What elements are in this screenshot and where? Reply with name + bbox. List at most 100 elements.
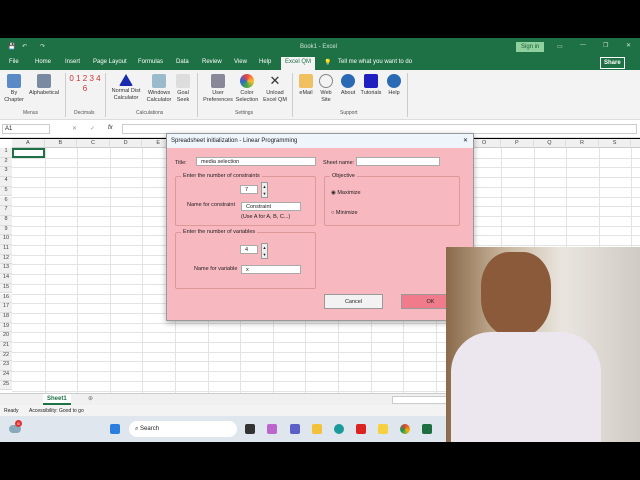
row-header-10[interactable]: 10 <box>0 235 12 245</box>
variables-count-input[interactable]: 4 <box>240 245 258 254</box>
tutorials-button[interactable]: Tutorials <box>359 74 383 97</box>
row-header-16[interactable]: 16 <box>0 293 12 304</box>
variables-spinner[interactable]: ▲ ▼ <box>261 243 268 259</box>
row-header-22[interactable]: 22 <box>0 351 12 362</box>
task-view-icon[interactable] <box>245 424 255 434</box>
column-header-T[interactable]: T <box>631 139 640 148</box>
tab-insert[interactable]: Insert <box>65 59 80 65</box>
column-header-P[interactable]: P <box>501 139 534 148</box>
by-chapter-button[interactable]: By Chapter <box>3 74 25 104</box>
web-site-button[interactable]: Web Site <box>318 74 334 104</box>
column-header-D[interactable]: D <box>109 139 143 148</box>
ribbon-display-icon[interactable]: ▭ <box>557 43 563 50</box>
cancel-button[interactable]: Cancel <box>324 294 383 309</box>
wps-icon[interactable] <box>356 424 366 434</box>
row-header-13[interactable]: 13 <box>0 264 12 275</box>
title-input[interactable]: media selection <box>196 157 316 166</box>
row-header-3[interactable]: 3 <box>0 167 12 178</box>
share-button[interactable]: Share <box>600 57 625 69</box>
row-header-25[interactable]: 25 <box>0 380 12 391</box>
user-preferences-button[interactable]: User Preferences <box>201 74 235 104</box>
row-header-6[interactable]: 6 <box>0 196 12 207</box>
maximize-radio[interactable]: ◉ Maximize <box>331 190 361 196</box>
row-header-20[interactable]: 20 <box>0 332 12 342</box>
add-sheet-icon[interactable]: ⊕ <box>88 395 93 402</box>
sheet-tab-sheet1[interactable]: Sheet1 <box>43 394 71 405</box>
row-header-18[interactable]: 18 <box>0 312 12 323</box>
column-header-S[interactable]: S <box>598 139 632 148</box>
row-header-4[interactable]: 4 <box>0 177 12 187</box>
name-box[interactable]: A1 <box>2 124 50 134</box>
column-header-Q[interactable]: Q <box>533 139 567 148</box>
color-selection-button[interactable]: Color Selection <box>234 74 260 104</box>
row-header-1[interactable]: 1 <box>0 148 12 158</box>
row-header-19[interactable]: 19 <box>0 322 12 333</box>
horizontal-scrollbar[interactable] <box>392 396 447 404</box>
row-header-7[interactable]: 7 <box>0 206 12 216</box>
tab-home[interactable]: Home <box>35 59 51 65</box>
email-button[interactable]: eMail <box>296 74 316 97</box>
tell-me-search[interactable]: Tell me what you want to do <box>338 59 412 65</box>
tab-help[interactable]: Help <box>259 59 271 65</box>
row-header-12[interactable]: 12 <box>0 254 12 265</box>
row-header-21[interactable]: 21 <box>0 342 12 352</box>
row-header-2[interactable]: 2 <box>0 157 12 168</box>
decimals-buttons[interactable]: 0 1 2 3 4 6 <box>68 74 102 94</box>
sign-in-button[interactable]: Sign in <box>516 42 545 52</box>
sticky-notes-icon[interactable] <box>378 424 388 434</box>
minimize-icon[interactable]: — <box>580 42 586 48</box>
tab-formulas[interactable]: Formulas <box>138 59 163 65</box>
column-header-R[interactable]: R <box>566 139 599 148</box>
restore-icon[interactable]: ❐ <box>603 42 608 49</box>
excel-taskbar-icon[interactable] <box>422 424 432 434</box>
save-icon[interactable]: 💾 <box>8 43 15 50</box>
redo-icon[interactable]: ↷ <box>40 43 45 50</box>
chrome-icon[interactable] <box>400 424 410 434</box>
about-button[interactable]: About <box>338 74 358 97</box>
undo-icon[interactable]: ↶ <box>22 43 27 50</box>
sheet-name-input[interactable] <box>356 157 440 166</box>
row-header-17[interactable]: 17 <box>0 303 12 313</box>
constraints-spinner[interactable]: ▲ ▼ <box>261 182 268 198</box>
unload-button[interactable]: ✕ Unload Excel QM <box>261 74 289 104</box>
normal-dist-button[interactable]: Normal Dist Calculator <box>108 74 144 102</box>
row-header-23[interactable]: 23 <box>0 361 12 372</box>
alphabetical-button[interactable]: Alphabetical <box>26 74 62 97</box>
row-header-9[interactable]: 9 <box>0 225 12 236</box>
start-icon[interactable] <box>110 424 120 434</box>
constraint-name-input[interactable]: Constraint <box>241 202 301 211</box>
tab-excel-qm[interactable]: Excel QM <box>281 57 316 70</box>
enter-icon[interactable]: ✓ <box>90 125 95 132</box>
edge-icon[interactable] <box>334 424 344 434</box>
teams-icon[interactable] <box>290 424 300 434</box>
dialog-close-icon[interactable]: ✕ <box>463 134 468 148</box>
taskbar-search[interactable]: ⌕ Search <box>129 421 237 437</box>
row-header-11[interactable]: 11 <box>0 245 12 255</box>
tab-page-layout[interactable]: Page Layout <box>93 59 127 65</box>
row-header-15[interactable]: 15 <box>0 283 12 294</box>
cancel-icon[interactable]: ✕ <box>72 125 77 132</box>
fx-icon[interactable]: fx <box>108 125 113 131</box>
variable-name-input[interactable]: x <box>241 265 301 274</box>
row-header-24[interactable]: 24 <box>0 371 12 381</box>
column-header-B[interactable]: B <box>44 139 78 148</box>
tab-view[interactable]: View <box>234 59 247 65</box>
file-explorer-icon[interactable] <box>312 424 322 434</box>
constraints-count-input[interactable]: 7 <box>240 185 258 194</box>
row-header-5[interactable]: 5 <box>0 186 12 197</box>
close-icon[interactable]: ✕ <box>626 42 631 49</box>
row-header-8[interactable]: 8 <box>0 215 12 226</box>
help-button[interactable]: Help <box>385 74 403 97</box>
column-header-C[interactable]: C <box>77 139 110 148</box>
accessibility-status[interactable]: Accessibility: Good to go <box>29 408 84 414</box>
row-header-14[interactable]: 14 <box>0 274 12 284</box>
tab-file[interactable]: File <box>9 59 19 65</box>
copilot-icon[interactable] <box>267 424 277 434</box>
tab-review[interactable]: Review <box>202 59 222 65</box>
tab-data[interactable]: Data <box>176 59 189 65</box>
windows-calculator-button[interactable]: Windows Calculator <box>144 74 174 104</box>
minimize-radio[interactable]: ○ Minimize <box>331 210 358 216</box>
selected-cell-a1[interactable] <box>12 148 45 158</box>
column-header-A[interactable]: A <box>12 139 45 148</box>
goal-seek-button[interactable]: Goal Seek <box>174 74 192 104</box>
